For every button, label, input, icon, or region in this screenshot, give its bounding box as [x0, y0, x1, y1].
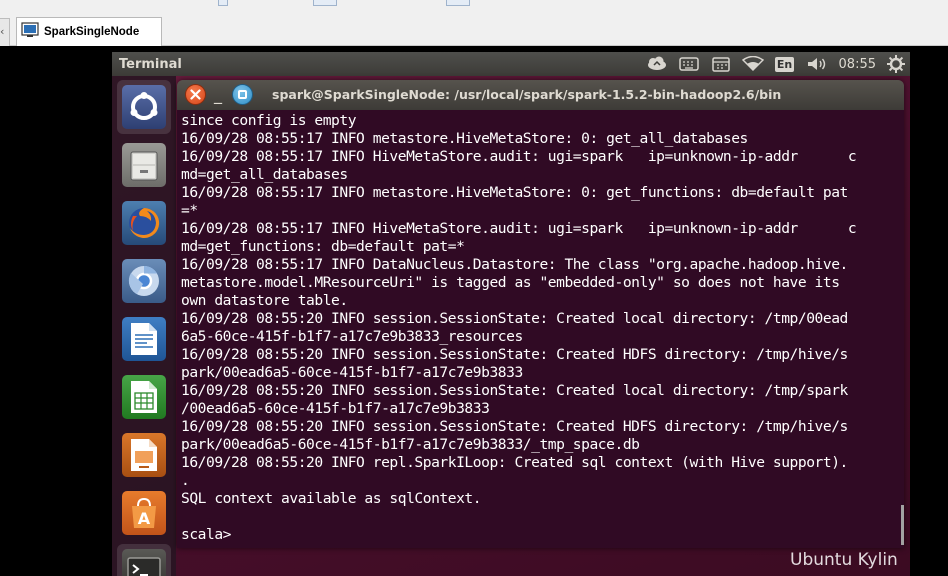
close-icon: [190, 89, 201, 100]
terminal-line: 16/09/28 08:55:17 INFO metastore.HiveMet…: [181, 184, 848, 201]
desktop-watermark: Ubuntu Kylin: [790, 550, 898, 570]
terminal-line: SQL context available as sqlContext.: [181, 490, 482, 507]
terminal-line: =*: [181, 202, 198, 219]
keyboard-icon[interactable]: [673, 52, 705, 76]
language-label: En: [774, 56, 795, 72]
terminal-line: park/00ead6a5-60ce-415f-b1f7-a17c7e9b383…: [181, 436, 640, 453]
host-toolbar: [0, 0, 948, 14]
maximize-button[interactable]: [232, 84, 253, 105]
sync-icon[interactable]: [641, 52, 673, 76]
terminal-line: park/00ead6a5-60ce-415f-b1f7-a17c7e9b383…: [181, 364, 523, 381]
active-app-title: Terminal: [119, 56, 182, 72]
clock[interactable]: 08:55: [833, 57, 882, 72]
guest-desktop: Terminal En 08:55 A _ spark@SparkSingleN…: [112, 52, 910, 576]
scala-prompt: scala>: [181, 526, 232, 543]
host-tab-sparksinglenode[interactable]: SparkSingleNode: [16, 17, 162, 46]
vm-icon: [21, 21, 39, 43]
host-tab-bar: ‹ SparkSingleNode: [0, 14, 948, 46]
terminal-line: 16/09/28 08:55:20 INFO session.SessionSt…: [181, 310, 848, 327]
close-button[interactable]: [185, 84, 206, 105]
terminal-line: 6a5-60ce-415f-b1f7-a17c7e9b3833_resource…: [181, 328, 523, 345]
terminal-line: 16/09/28 08:55:17 INFO metastore.HiveMet…: [181, 130, 748, 147]
launcher: A: [112, 76, 176, 576]
terminal-scrollbar[interactable]: [901, 505, 904, 545]
host-previous-tab[interactable]: ‹: [0, 18, 10, 46]
firefox-icon[interactable]: [117, 196, 171, 250]
terminal-line: metastore.model.MResourceUri" is tagged …: [181, 274, 840, 291]
terminal-line: 16/09/28 08:55:20 INFO repl.SparkILoop: …: [181, 454, 848, 471]
impress-icon[interactable]: [117, 428, 171, 482]
calendar-icon[interactable]: [705, 52, 737, 76]
terminal-line: since config is empty: [181, 112, 357, 129]
software-center-icon[interactable]: A: [117, 486, 171, 540]
gear-icon[interactable]: [882, 52, 910, 76]
host-toolbar-button[interactable]: [218, 0, 228, 6]
terminal-line: 16/09/28 08:55:17 INFO HiveMetaStore.aud…: [181, 220, 857, 237]
volume-icon[interactable]: [801, 52, 833, 76]
host-toolbar-button[interactable]: [446, 0, 470, 6]
terminal-icon[interactable]: [117, 544, 171, 576]
terminal-line: 16/09/28 08:55:20 INFO session.SessionSt…: [181, 346, 848, 363]
maximize-icon: [238, 90, 247, 99]
host-toolbar-button[interactable]: [313, 0, 337, 6]
terminal-line: 16/09/28 08:55:20 INFO session.SessionSt…: [181, 382, 848, 399]
top-panel: Terminal En 08:55: [112, 52, 910, 76]
terminal-line: 16/09/28 08:55:17 INFO DataNucleus.Datas…: [181, 256, 848, 273]
terminal-line: 16/09/28 08:55:17 INFO HiveMetaStore.aud…: [181, 148, 857, 165]
terminal-line: md=get_all_databases: [181, 166, 348, 183]
terminal-line: md=get_functions: db=default pat=*: [181, 238, 465, 255]
host-tab-label: SparkSingleNode: [44, 26, 140, 38]
window-titlebar[interactable]: _ spark@SparkSingleNode: /usr/local/spar…: [177, 80, 904, 110]
terminal-window: _ spark@SparkSingleNode: /usr/local/spar…: [177, 80, 904, 548]
minimize-button[interactable]: _: [211, 84, 225, 105]
chromium-icon[interactable]: [117, 254, 171, 308]
terminal-line: .: [181, 472, 190, 489]
terminal-line: /00ead6a5-60ce-415f-b1f7-a17c7e9b3833: [181, 400, 490, 417]
file-manager-icon[interactable]: [117, 138, 171, 192]
terminal-line: own datastore table.: [181, 292, 348, 309]
ubuntu-kylin-dash-icon[interactable]: [117, 80, 171, 134]
svg-text:A: A: [138, 509, 151, 528]
window-title: spark@SparkSingleNode: /usr/local/spark/…: [272, 87, 782, 102]
terminal-output[interactable]: since config is empty 16/09/28 08:55:17 I…: [177, 110, 904, 548]
calc-icon[interactable]: [117, 370, 171, 424]
vm-display: Terminal En 08:55 A _ spark@SparkSingleN…: [0, 47, 948, 576]
terminal-lines: since config is empty 16/09/28 08:55:17 I…: [181, 112, 901, 544]
language-indicator[interactable]: En: [769, 52, 801, 76]
writer-icon[interactable]: [117, 312, 171, 366]
wifi-icon[interactable]: [737, 52, 769, 76]
terminal-line: 16/09/28 08:55:20 INFO session.SessionSt…: [181, 418, 848, 435]
